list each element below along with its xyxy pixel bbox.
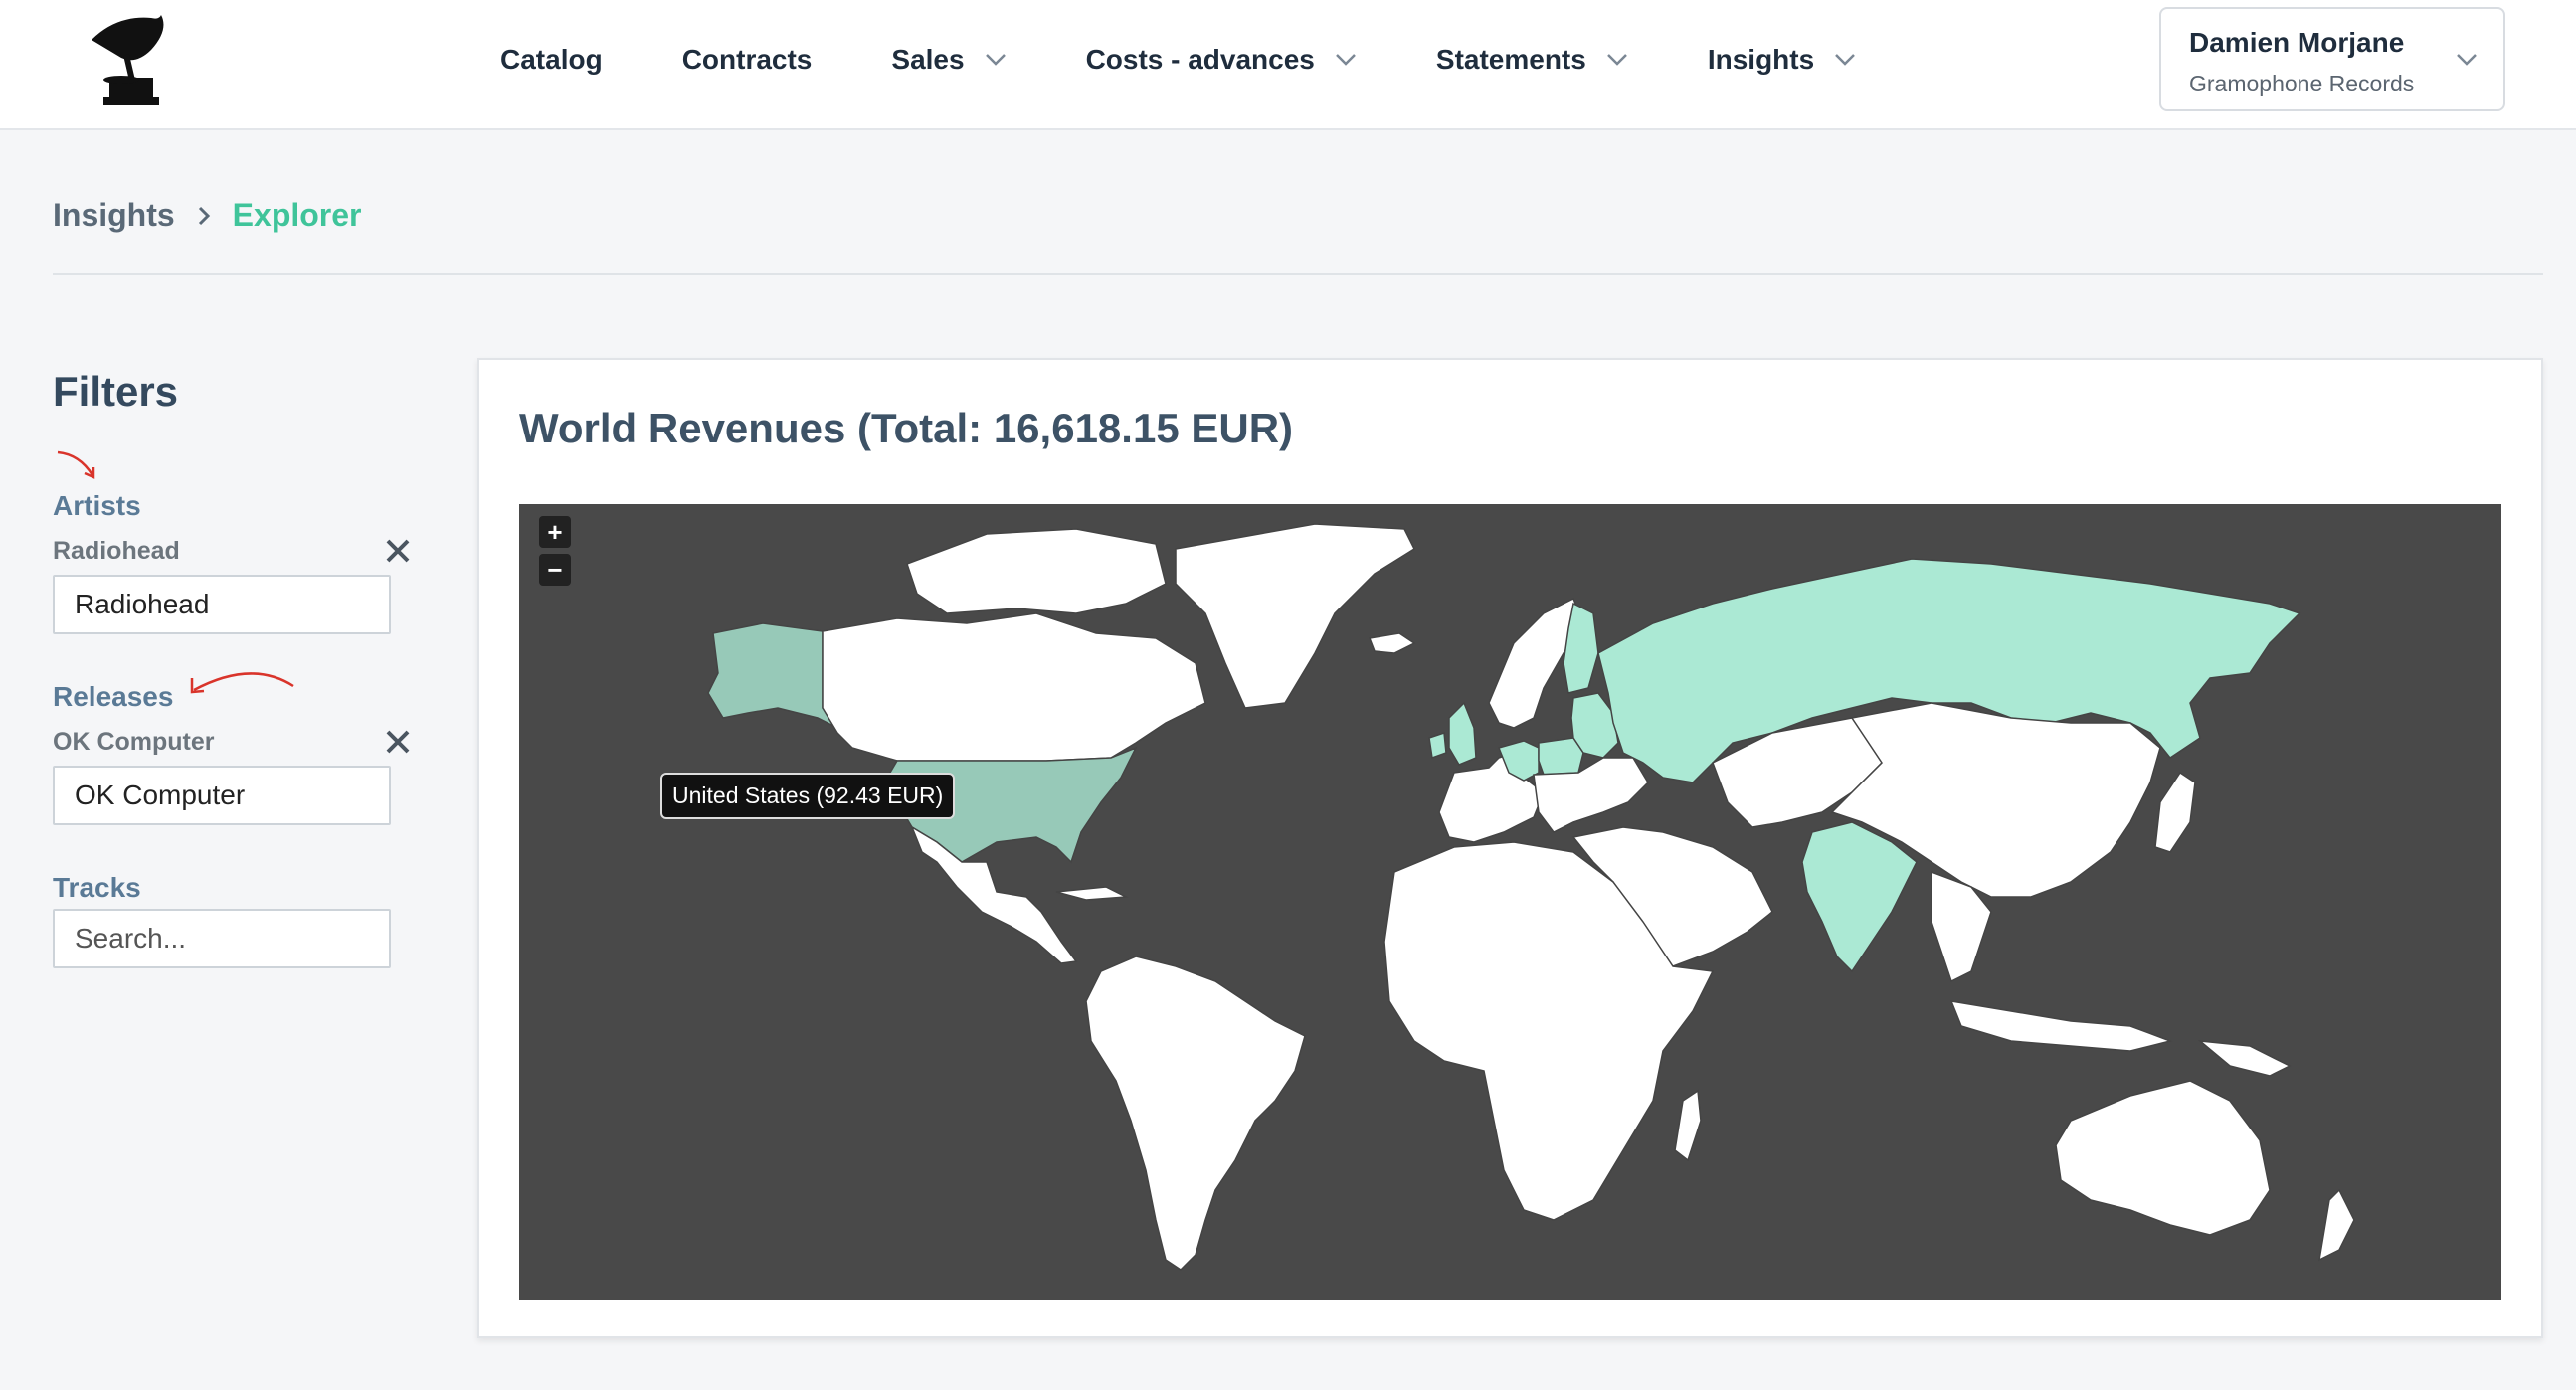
nav-costs-advances[interactable]: Costs - advances: [1086, 44, 1357, 76]
country-greenland[interactable]: [1175, 523, 1415, 709]
breadcrumb: Insights Explorer: [53, 197, 362, 234]
nav-costs-label: Costs - advances: [1085, 44, 1315, 75]
tracks-filter-label: Tracks: [53, 872, 141, 903]
chevron-right-icon: [198, 206, 210, 225]
red-arrow-annotation-icon: [190, 672, 294, 694]
tracks-search-input[interactable]: [53, 909, 391, 968]
zoom-out-button[interactable]: −: [539, 554, 571, 586]
nav-insights[interactable]: Insights: [1708, 44, 1856, 76]
country-canada[interactable]: [822, 612, 1206, 762]
country-new-zealand[interactable]: [2318, 1188, 2355, 1262]
nav-contracts-label: Contracts: [681, 44, 813, 75]
releases-selected-value: OK Computer: [53, 728, 215, 756]
world-map-svg: [707, 523, 2355, 1271]
main-nav: Catalog Contracts Sales Costs - advances…: [500, 0, 1935, 119]
artists-input[interactable]: [53, 575, 391, 634]
nav-insights-label: Insights: [1707, 44, 1815, 75]
nav-statements[interactable]: Statements: [1436, 44, 1628, 76]
artists-selected-value: Radiohead: [53, 537, 180, 565]
artists-filter-label: Artists: [53, 490, 141, 521]
nav-sales[interactable]: Sales: [891, 44, 1006, 76]
user-organization: Gramophone Records: [2189, 71, 2415, 96]
nav-statements-label: Statements: [1435, 44, 1586, 75]
country-cuba[interactable]: [1055, 886, 1129, 901]
country-australia[interactable]: [2055, 1080, 2271, 1236]
gramophone-logo-icon[interactable]: [82, 10, 171, 109]
country-canada-islands[interactable]: [906, 528, 1167, 614]
country-madagascar[interactable]: [1674, 1089, 1702, 1162]
country-south-america[interactable]: [1085, 956, 1306, 1271]
releases-input[interactable]: [53, 766, 391, 825]
filters-heading: Filters: [53, 368, 179, 415]
chevron-down-icon: [2457, 54, 2477, 66]
breadcrumb-explorer[interactable]: Explorer: [233, 197, 362, 234]
user-account-menu[interactable]: Damien Morjane Gramophone Records: [2159, 7, 2505, 111]
country-papua-new-guinea[interactable]: [2197, 1040, 2292, 1077]
user-name: Damien Morjane: [2189, 27, 2405, 58]
world-revenues-card: World Revenues (Total: 16,618.15 EUR) + …: [477, 358, 2543, 1338]
country-iceland[interactable]: [1368, 632, 1416, 654]
country-india[interactable]: [1801, 821, 1918, 973]
country-japan[interactable]: [2154, 771, 2196, 853]
clear-artists-icon[interactable]: [384, 537, 412, 565]
chevron-down-icon: [1606, 54, 1627, 66]
world-map[interactable]: + − United States (92.43 EUR): [519, 504, 2501, 1300]
nav-contracts[interactable]: Contracts: [682, 44, 813, 76]
country-tooltip: United States (92.43 EUR): [660, 773, 956, 819]
red-arrow-annotation-icon: [57, 450, 95, 479]
nav-catalog[interactable]: Catalog: [500, 44, 603, 76]
chevron-down-icon: [1336, 54, 1356, 66]
nav-sales-label: Sales: [891, 44, 965, 75]
chevron-down-icon: [1835, 54, 1856, 66]
breadcrumb-insights[interactable]: Insights: [53, 197, 175, 234]
country-indonesia[interactable]: [1949, 1000, 2173, 1052]
nav-catalog-label: Catalog: [500, 44, 603, 75]
chevron-down-icon: [985, 54, 1006, 66]
clear-releases-icon[interactable]: [384, 728, 412, 756]
top-navigation-bar: Catalog Contracts Sales Costs - advances…: [0, 0, 2576, 130]
map-title: World Revenues (Total: 16,618.15 EUR): [519, 405, 1294, 451]
releases-filter-label: Releases: [53, 681, 174, 712]
country-mexico[interactable]: [910, 825, 1078, 964]
country-ireland[interactable]: [1428, 731, 1447, 760]
divider: [53, 273, 2543, 275]
zoom-in-button[interactable]: +: [539, 516, 571, 548]
country-united-kingdom[interactable]: [1448, 701, 1477, 766]
